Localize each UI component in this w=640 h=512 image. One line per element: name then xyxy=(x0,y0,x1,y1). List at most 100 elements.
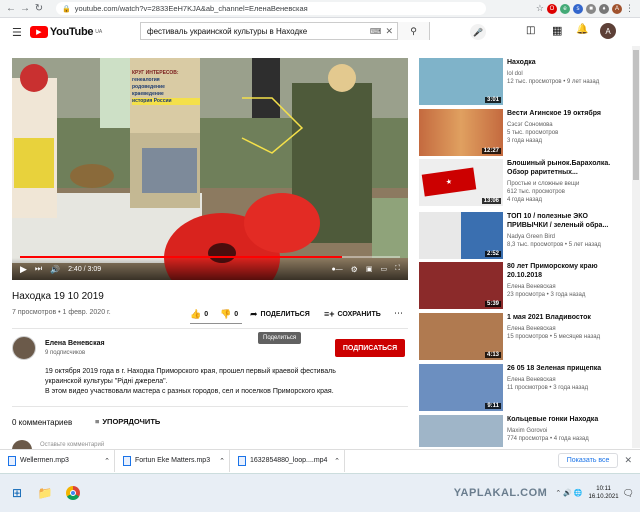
comment-input[interactable]: Оставьте комментарий xyxy=(40,442,104,448)
related-video[interactable]: 12:27 Вести Агинское 19 октября Сэсэг Со… xyxy=(419,109,629,159)
opera-ext-icon[interactable]: O xyxy=(547,3,557,14)
url-text: youtube.com/watch?v=2833EeH7KJA&ab_chann… xyxy=(74,4,308,13)
banner-item: краеведение xyxy=(132,91,164,97)
sort-comments-button[interactable]: ≡ УПОРЯДОЧИТЬ xyxy=(95,417,160,426)
thumbs-up-icon: 👍 xyxy=(190,309,202,319)
address-bar[interactable]: 🔒 youtube.com/watch?v=2833EeH7KJA&ab_cha… xyxy=(56,2,486,15)
related-video[interactable]: 5:39 80 лет Приморскому краю 20.10.2018 Е… xyxy=(419,262,629,312)
thumbs-down-icon: 👎 xyxy=(220,309,232,319)
description-line: 19 октября 2019 года в г. Находка Примор… xyxy=(45,368,336,375)
play-icon[interactable]: ▶ xyxy=(20,264,27,275)
reload-icon[interactable]: ↻ xyxy=(32,2,46,16)
start-windows-icon[interactable]: ⊞ xyxy=(6,482,28,504)
fullscreen-icon[interactable]: ⛶ xyxy=(395,265,400,273)
download-item[interactable]: Wellermen.mp3 ⌃ xyxy=(0,449,115,472)
ext-icon[interactable]: e xyxy=(560,3,570,14)
page-scrollbar[interactable] xyxy=(632,46,640,448)
notifications-bell-icon[interactable]: 🔔 xyxy=(576,24,588,35)
apps-grid-icon[interactable]: ▦ xyxy=(552,24,562,37)
account-avatar[interactable]: A xyxy=(600,23,616,39)
share-tooltip: Поделиться xyxy=(258,332,302,344)
video-thumbnail[interactable]: 5:39 xyxy=(419,262,503,309)
banner-heading: КРУГ ИНТЕРЕСОВ: xyxy=(132,70,179,76)
video-thumbnail[interactable]: 2:52 xyxy=(419,212,503,259)
dislike-count: 0 xyxy=(234,311,239,318)
related-title[interactable]: 1 мая 2021 Владивосток xyxy=(507,313,629,322)
profile-avatar[interactable]: A xyxy=(612,3,622,14)
keyboard-icon[interactable]: ⌨ xyxy=(370,27,382,36)
banner-item: история России xyxy=(132,98,200,105)
like-button[interactable]: 👍 0 xyxy=(190,309,208,320)
video-thumbnail[interactable] xyxy=(419,415,503,447)
related-video[interactable]: Кольцевые гонки Находка Maxim Gorovoi 77… xyxy=(419,415,629,447)
related-video[interactable]: 2:52 ТОП 10 / полезные ЭКО ПРИВЫЧКИ / зел… xyxy=(419,212,629,262)
sort-label: УПОРЯДОЧИТЬ xyxy=(102,417,161,426)
youtube-header: ☰ ▶ YouTube UA ⌨ ✕ ⚲ 🎤 ◫ ▦ 🔔 A xyxy=(0,18,640,46)
close-downloads-icon[interactable]: ✕ xyxy=(624,455,632,466)
divider xyxy=(12,406,408,407)
ext-icon-3[interactable]: ■ xyxy=(586,3,596,14)
video-thumbnail[interactable]: 3:01 xyxy=(419,58,503,105)
autoplay-toggle[interactable]: ●— xyxy=(331,266,342,273)
volume-icon[interactable]: 🔊 xyxy=(50,265,60,274)
settings-gear-icon[interactable]: ⚙ xyxy=(351,265,358,274)
duration-badge: 9:11 xyxy=(485,403,501,409)
dislike-button[interactable]: 👎 0 xyxy=(220,309,238,320)
back-icon[interactable]: ← xyxy=(4,2,18,16)
save-button[interactable]: ≡+ СОХРАНИТЬ xyxy=(324,309,381,319)
chevron-up-icon[interactable]: ⌃ xyxy=(104,457,110,465)
video-thumbnail[interactable]: 12:27 xyxy=(419,109,503,156)
share-button[interactable]: ➦ ПОДЕЛИТЬСЯ xyxy=(250,309,310,320)
related-video[interactable]: ★ 13:06 Блошиный рынок.Барахолка. Обзор ра… xyxy=(419,159,629,209)
mic-icon[interactable]: 🎤 xyxy=(470,24,486,40)
related-title[interactable]: ТОП 10 / полезные ЭКО ПРИВЫЧКИ / зеленый … xyxy=(507,212,629,230)
related-video[interactable]: 3:01 Находка lol dol 12 тыс. просмотров … xyxy=(419,58,629,108)
scrollbar-thumb[interactable] xyxy=(633,50,639,180)
more-actions-icon[interactable]: ⋯ xyxy=(394,308,403,319)
miniplayer-icon[interactable]: ▣ xyxy=(366,265,373,273)
forward-icon[interactable]: → xyxy=(18,2,32,16)
file-explorer-icon[interactable]: 📁 xyxy=(34,482,56,504)
tray-icons[interactable]: ⌃ 🔊 🌐 xyxy=(555,489,582,497)
subscribe-button[interactable]: ПОДПИСАТЬСЯ xyxy=(335,339,405,357)
related-title[interactable]: 26 05 18 Зеленая прищепка xyxy=(507,364,629,373)
menu-dots-icon[interactable]: ⋮ xyxy=(625,3,634,14)
show-all-downloads-button[interactable]: Показать все xyxy=(557,453,619,468)
clear-search-icon[interactable]: ✕ xyxy=(385,26,393,37)
puzzle-icon[interactable]: ♦ xyxy=(599,3,609,14)
chevron-up-icon[interactable]: ⌃ xyxy=(219,457,225,465)
search-box: ⌨ ✕ ⚲ xyxy=(140,22,430,40)
hamburger-icon[interactable]: ☰ xyxy=(12,26,22,39)
next-icon[interactable]: ⏭ xyxy=(35,264,42,274)
like-ratio-bar xyxy=(190,323,242,324)
ext-icon-2[interactable]: s xyxy=(573,3,583,14)
notifications-icon[interactable]: 🗨 xyxy=(623,488,634,499)
video-thumbnail[interactable]: 4:13 xyxy=(419,313,503,360)
related-video[interactable]: 9:11 26 05 18 Зеленая прищепка Елена Вен… xyxy=(419,364,629,414)
clock-time: 10:11 xyxy=(596,486,611,492)
related-video[interactable]: 4:13 1 мая 2021 Владивосток Елена Веневс… xyxy=(419,313,629,363)
create-video-icon[interactable]: ◫ xyxy=(526,25,535,36)
search-input[interactable] xyxy=(141,26,370,36)
channel-avatar[interactable] xyxy=(12,336,36,360)
download-item[interactable]: Fortun Eke Matters.mp3 ⌃ xyxy=(115,449,230,472)
related-title[interactable]: Кольцевые гонки Находка xyxy=(507,415,629,424)
related-title[interactable]: 80 лет Приморскому краю 20.10.2018 xyxy=(507,262,629,280)
youtube-logo[interactable]: ▶ YouTube UA xyxy=(29,26,102,38)
bookmark-star-icon[interactable]: ☆ xyxy=(536,3,544,14)
clock[interactable]: 10:11 16.10.2021 xyxy=(589,485,619,501)
related-title[interactable]: Находка xyxy=(507,58,629,67)
theater-mode-icon[interactable]: ▭ xyxy=(380,265,387,273)
video-thumbnail[interactable]: ★ 13:06 xyxy=(419,159,503,206)
download-item[interactable]: 1632854880_loop....mp4 ⌃ xyxy=(230,449,345,472)
chrome-icon[interactable] xyxy=(62,482,84,504)
video-thumbnail[interactable]: 9:11 xyxy=(419,364,503,411)
related-title[interactable]: Блошиный рынок.Барахолка. Обзор раритетны… xyxy=(507,159,629,177)
channel-name[interactable]: Елена Веневская xyxy=(45,340,105,347)
chevron-up-icon[interactable]: ⌃ xyxy=(334,457,340,465)
video-player[interactable]: КРУГ ИНТЕРЕСОВ: генеалогия родоведение к… xyxy=(12,58,408,280)
search-button[interactable]: ⚲ xyxy=(397,22,429,40)
downloads-bar: Wellermen.mp3 ⌃ Fortun Eke Matters.mp3 ⌃ 1… xyxy=(0,449,640,472)
related-title[interactable]: Вести Агинское 19 октября xyxy=(507,109,629,118)
video-frame xyxy=(12,58,408,280)
